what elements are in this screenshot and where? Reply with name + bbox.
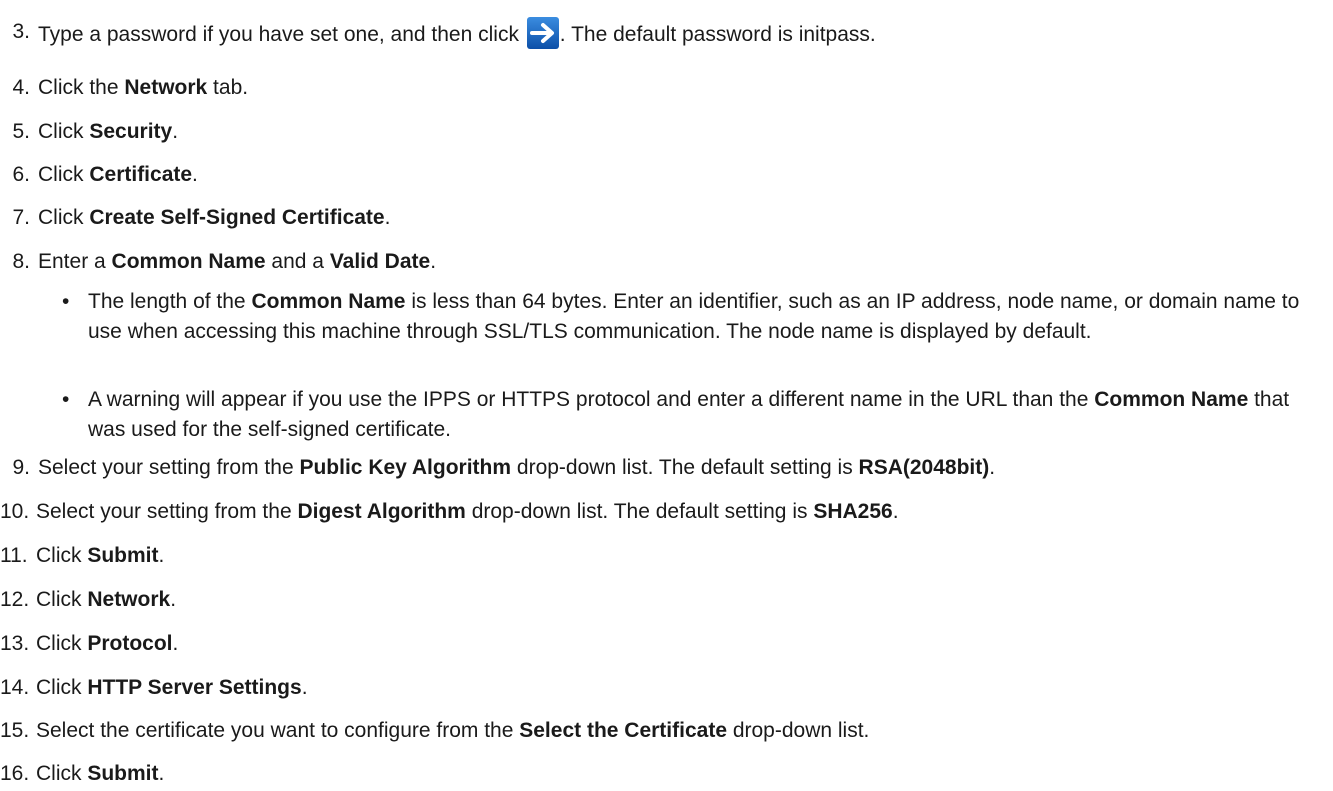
- step-number: 9.: [12, 456, 30, 479]
- step-text: Select your setting from the Public Key …: [38, 456, 996, 479]
- bullet-text: The length of the Common Name is less th…: [88, 290, 1300, 343]
- bullet-item: • The length of the Common Name is less …: [62, 287, 1327, 379]
- step-number: 8.: [12, 250, 30, 273]
- bullet-item: • A warning will appear if you use the I…: [62, 385, 1327, 447]
- bullet-text: A warning will appear if you use the IPP…: [88, 388, 1290, 441]
- step-text: Click Submit.: [36, 762, 165, 785]
- step-text: Click Security.: [38, 120, 179, 143]
- step-text: Select the certificate you want to confi…: [36, 719, 870, 742]
- step-number: 7.: [12, 206, 30, 229]
- step-number: 11.: [0, 544, 28, 567]
- step-text: Click HTTP Server Settings.: [36, 676, 308, 699]
- bullet-dot: •: [62, 388, 70, 411]
- instruction-document: 3. Type a password if you have set one, …: [0, 0, 1333, 791]
- step-text: Click Protocol.: [36, 632, 179, 655]
- step-text: Click Submit.: [36, 544, 165, 567]
- step-number: 5.: [12, 120, 30, 143]
- step-number: 14.: [0, 676, 30, 699]
- step-number: 10.: [0, 500, 30, 523]
- step-text: Click Create Self-Signed Certificate.: [38, 206, 391, 229]
- step-number: 3.: [12, 20, 30, 43]
- step-number: 6.: [12, 163, 30, 186]
- bullet-dot: •: [62, 290, 70, 313]
- step-text: Click Certificate.: [38, 163, 198, 186]
- step-number: 13.: [0, 632, 30, 655]
- step-text: Type a password if you have set one, and…: [38, 17, 876, 50]
- step-number: 16.: [0, 762, 30, 785]
- step-number: 12.: [0, 588, 30, 611]
- step-number: 15.: [0, 719, 30, 742]
- arrow-right-icon: [526, 17, 559, 49]
- step-number: 4.: [12, 76, 30, 99]
- step-text: Enter a Common Name and a Valid Date.: [38, 250, 437, 273]
- step-text: Click the Network tab.: [38, 76, 249, 99]
- step-text: Click Network.: [36, 588, 177, 611]
- step-text: Select your setting from the Digest Algo…: [36, 500, 899, 523]
